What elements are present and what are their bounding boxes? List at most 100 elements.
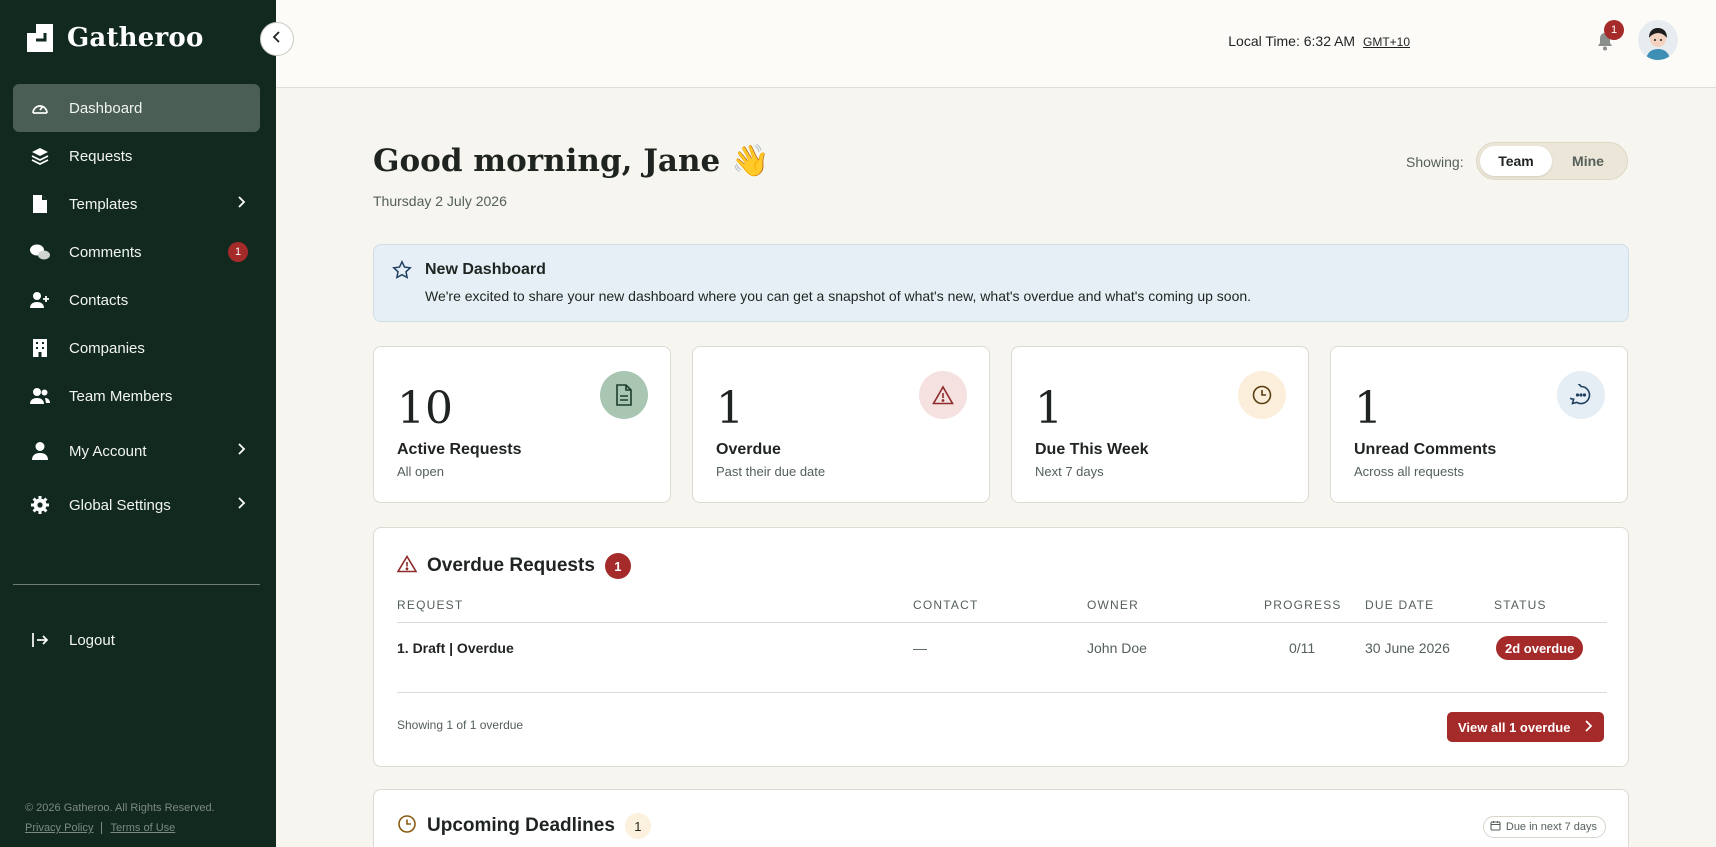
terms-of-use-link[interactable]: Terms of Use xyxy=(110,822,175,834)
overdue-requests-panel: Overdue Requests 1 REQUEST CONTACT OWNER… xyxy=(373,527,1629,767)
due-window-chip: Due in next 7 days xyxy=(1482,816,1606,838)
view-all-overdue-button[interactable]: View all 1 overdue xyxy=(1447,712,1604,742)
stat-label: Active Requests xyxy=(397,441,522,458)
upcoming-count-badge: 1 xyxy=(624,813,651,839)
sidebar-item-my-account[interactable]: My Account xyxy=(13,424,260,478)
row-contact: — xyxy=(913,640,927,656)
logout-button[interactable]: Logout xyxy=(13,616,260,664)
banner-title: New Dashboard xyxy=(425,261,546,278)
sidebar-item-label: Global Settings xyxy=(69,496,171,514)
sidebar-item-label: Companies xyxy=(69,339,145,357)
sidebar-item-global-settings[interactable]: Global Settings xyxy=(13,478,260,532)
logout-icon xyxy=(29,629,51,651)
sidebar-divider xyxy=(13,584,260,585)
avatar[interactable] xyxy=(1638,20,1678,60)
gear-icon xyxy=(29,494,51,516)
clock-icon xyxy=(397,814,417,839)
users-icon xyxy=(29,385,51,407)
warning-icon xyxy=(919,371,967,419)
gauge-icon xyxy=(29,97,51,119)
row-owner: John Doe xyxy=(1087,640,1147,656)
stat-subtext: Across all requests xyxy=(1354,464,1464,479)
banner-text: We're excited to share your new dashboar… xyxy=(425,288,1252,304)
stat-subtext: All open xyxy=(397,464,444,479)
column-header-request[interactable]: REQUEST xyxy=(397,598,463,612)
chat-bubbles-icon xyxy=(29,241,51,263)
chevron-right-icon xyxy=(236,195,246,213)
sidebar-item-label: Team Members xyxy=(69,387,173,405)
upcoming-deadlines-panel: Upcoming Deadlines 1 Due in next 7 days xyxy=(373,789,1629,847)
stat-card-due-this-week[interactable]: 1 Due This Week Next 7 days xyxy=(1011,346,1309,503)
sidebar-item-dashboard[interactable]: Dashboard xyxy=(13,84,260,132)
table-footer-divider xyxy=(397,692,1607,693)
sidebar: Gatheroo Dashboard Requests Templates Co… xyxy=(0,0,276,847)
chevron-right-icon xyxy=(1584,720,1593,735)
stat-label: Due This Week xyxy=(1035,441,1149,458)
sidebar-footer: © 2026 Gatheroo. All Rights Reserved. Pr… xyxy=(25,802,215,834)
sidebar-item-label: Dashboard xyxy=(69,99,143,117)
table-header-divider xyxy=(397,622,1607,623)
privacy-policy-link[interactable]: Privacy Policy xyxy=(25,822,93,834)
logout-container: Logout xyxy=(13,616,260,664)
warning-icon xyxy=(396,554,418,578)
page-title: Good morning, Jane 👋 xyxy=(373,143,770,179)
column-header-due-date[interactable]: DUE DATE xyxy=(1365,598,1434,612)
chevron-right-icon xyxy=(236,442,246,460)
sidebar-item-contacts[interactable]: Contacts xyxy=(13,276,260,324)
column-header-owner[interactable]: OWNER xyxy=(1087,598,1139,612)
row-request-name[interactable]: 1. Draft | Overdue xyxy=(397,640,514,656)
local-time-label: Local Time: 6:32 AM xyxy=(1228,33,1356,49)
stat-value: 10 xyxy=(397,383,453,434)
upcoming-panel-title: Upcoming Deadlines xyxy=(427,815,615,836)
brand-name: Gatheroo xyxy=(67,23,204,53)
sidebar-item-comments[interactable]: Comments 1 xyxy=(13,228,260,276)
file-icon xyxy=(29,193,51,215)
sidebar-item-label: My Account xyxy=(69,442,147,460)
upcoming-panel-header: Upcoming Deadlines 1 xyxy=(397,813,651,839)
comments-count-badge: 1 xyxy=(228,242,248,262)
sidebar-item-team-members[interactable]: Team Members xyxy=(13,372,260,420)
scope-option-mine[interactable]: Mine xyxy=(1552,146,1624,176)
column-header-status[interactable]: STATUS xyxy=(1494,598,1547,612)
sidebar-item-requests[interactable]: Requests xyxy=(13,132,260,180)
current-date: Thursday 2 July 2026 xyxy=(373,193,507,209)
chevron-right-icon xyxy=(236,496,246,514)
sidebar-item-label: Comments xyxy=(69,243,142,261)
building-icon xyxy=(29,337,51,359)
column-header-progress[interactable]: PROGRESS xyxy=(1264,598,1342,612)
stat-value: 1 xyxy=(716,383,744,434)
user-icon xyxy=(29,440,51,462)
overdue-count-badge: 1 xyxy=(604,553,631,579)
stat-value: 1 xyxy=(1354,383,1382,434)
stat-card-unread-comments[interactable]: 1 Unread Comments Across all requests xyxy=(1330,346,1628,503)
logout-label: Logout xyxy=(69,631,115,649)
sidebar-item-companies[interactable]: Companies xyxy=(13,324,260,372)
announcement-banner: New Dashboard We're excited to share you… xyxy=(373,244,1629,322)
showing-label: Showing: xyxy=(1406,154,1464,170)
view-all-label: View all 1 overdue xyxy=(1458,719,1571,735)
sidebar-item-templates[interactable]: Templates xyxy=(13,180,260,228)
stat-card-overdue[interactable]: 1 Overdue Past their due date xyxy=(692,346,990,503)
layers-icon xyxy=(29,145,51,167)
copyright-text: © 2026 Gatheroo. All Rights Reserved. xyxy=(25,802,215,814)
stat-subtext: Past their due date xyxy=(716,464,826,479)
calendar-icon xyxy=(1490,820,1501,834)
due-window-label: Due in next 7 days xyxy=(1505,821,1597,833)
column-header-contact[interactable]: CONTACT xyxy=(913,598,979,612)
notification-count-badge: 1 xyxy=(1604,20,1624,40)
timezone-link[interactable]: GMT+10 xyxy=(1363,35,1410,49)
stat-label: Overdue xyxy=(716,441,781,458)
overdue-panel-title: Overdue Requests xyxy=(427,555,595,576)
row-progress: 0/11 xyxy=(1289,640,1316,656)
stat-card-active-requests[interactable]: 10 Active Requests All open xyxy=(373,346,671,503)
star-icon xyxy=(392,260,412,285)
stat-label: Unread Comments xyxy=(1354,441,1497,458)
user-plus-icon xyxy=(29,289,51,311)
top-bar: Local Time: 6:32 AM GMT+10 1 xyxy=(276,0,1716,88)
status-badge: 2d overdue xyxy=(1496,636,1584,660)
scope-option-team[interactable]: Team xyxy=(1480,146,1552,176)
brand[interactable]: Gatheroo xyxy=(25,22,204,54)
row-due-date: 30 June 2026 xyxy=(1365,640,1450,656)
stat-subtext: Next 7 days xyxy=(1035,464,1104,479)
collapse-sidebar-button[interactable] xyxy=(260,22,294,56)
